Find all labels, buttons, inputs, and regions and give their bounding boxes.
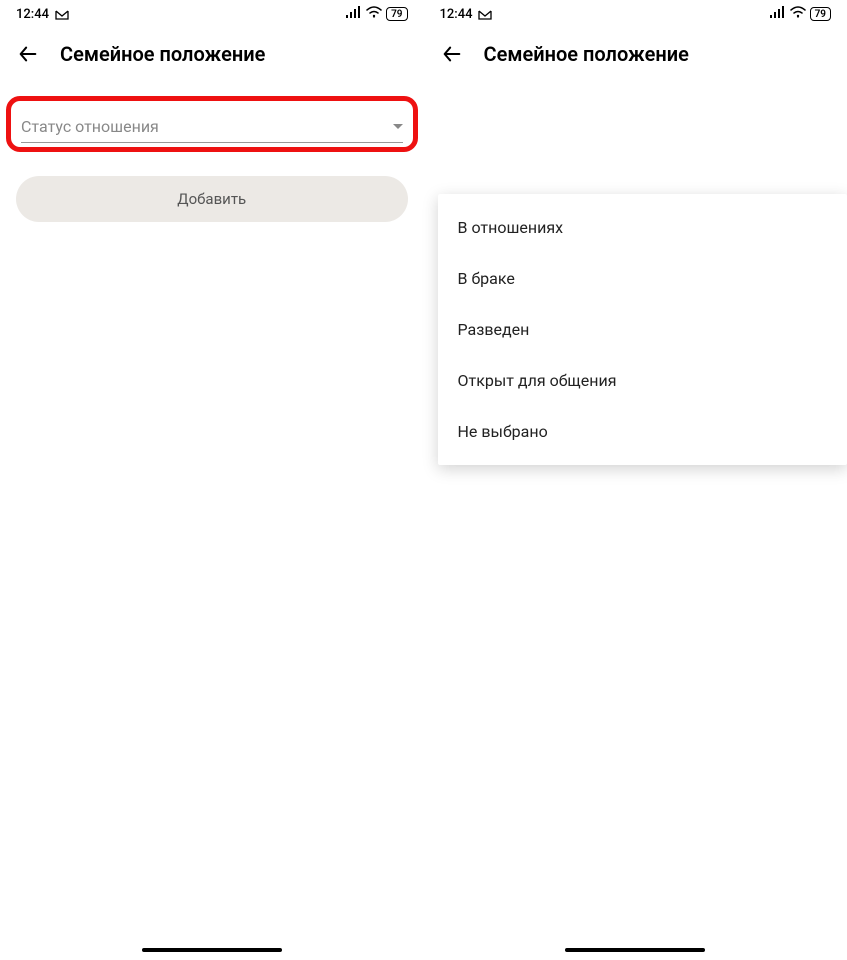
content-area: Статус отношения Добавить: [0, 80, 424, 960]
signal-icon: [346, 6, 362, 22]
status-bar: 12:44 79: [424, 0, 847, 28]
gmail-icon: [55, 9, 69, 19]
status-left: 12:44: [440, 7, 493, 22]
screen-right: 12:44 79 Семейное положение В отношениях…: [424, 0, 847, 960]
content-area: В отношениях В браке Разведен Открыт для…: [424, 80, 847, 960]
status-bar: 12:44 79: [0, 0, 424, 28]
battery-level: 79: [386, 7, 407, 21]
status-right: 79: [346, 6, 407, 22]
home-indicator[interactable]: [565, 948, 705, 952]
dropdown-option[interactable]: Не выбрано: [438, 406, 847, 457]
signal-icon: [770, 6, 786, 22]
dropdown-option[interactable]: В отношениях: [438, 202, 847, 253]
highlight-annotation: Статус отношения: [6, 96, 418, 152]
screen-left: 12:44 79 Семейное положение Статус отнош…: [0, 0, 424, 960]
page-title: Семейное положение: [60, 42, 265, 66]
add-button[interactable]: Добавить: [16, 176, 408, 222]
status-time: 12:44: [440, 7, 473, 22]
wifi-icon: [790, 6, 806, 22]
back-button[interactable]: [16, 42, 40, 66]
page-title: Семейное положение: [484, 42, 689, 66]
wifi-icon: [366, 6, 382, 22]
battery-level: 79: [810, 7, 831, 21]
gmail-icon: [478, 9, 492, 19]
status-right: 79: [770, 6, 831, 22]
page-header: Семейное положение: [0, 28, 424, 80]
dropdown-option[interactable]: Открыт для общения: [438, 355, 847, 406]
chevron-down-icon: [393, 124, 403, 129]
home-indicator[interactable]: [142, 948, 282, 952]
dropdown-option[interactable]: Разведен: [438, 304, 847, 355]
dropdown-option[interactable]: В браке: [438, 253, 847, 304]
dropdown-placeholder: Статус отношения: [21, 117, 159, 136]
status-time: 12:44: [16, 7, 49, 22]
relationship-status-dropdown[interactable]: Статус отношения: [21, 109, 403, 143]
back-button[interactable]: [440, 42, 464, 66]
page-header: Семейное положение: [424, 28, 847, 80]
status-left: 12:44: [16, 7, 69, 22]
relationship-status-menu: В отношениях В браке Разведен Открыт для…: [438, 194, 847, 465]
